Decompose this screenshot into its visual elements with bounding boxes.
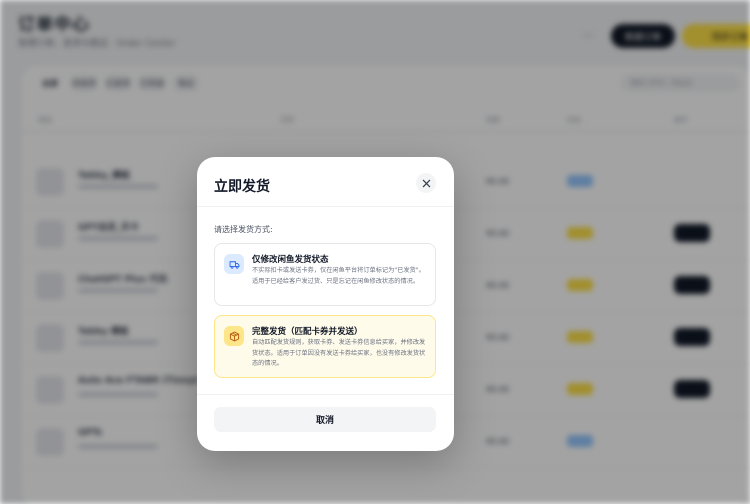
option-description: 不实际扣卡或发送卡券，仅在闲鱼平台将订单标记为"已发货"。适用于已经给客户发过货…: [252, 267, 425, 285]
close-icon: [422, 179, 430, 187]
shipping-method-prompt: 请选择发货方式:: [214, 225, 273, 234]
option-full-shipment[interactable]: 完整发货（匹配卡券并发送） 自动匹配发货规则，获取卡券、发送卡券信息给买家，并修…: [214, 315, 436, 378]
ship-now-dialog: 立即发货 请选择发货方式: 仅修改闲鱼发货状态 不实际扣卡或发送卡券，仅在闲鱼平…: [197, 157, 454, 451]
truck-icon: [224, 254, 244, 274]
cancel-button[interactable]: 取消: [214, 407, 436, 432]
dialog-footer: 取消: [197, 394, 454, 451]
option-description: 自动匹配发货规则，获取卡券、发送卡券信息给买家，并修改发货状态。适用于订单因没有…: [252, 339, 426, 367]
close-button[interactable]: [416, 173, 436, 193]
dialog-title: 立即发货: [214, 179, 270, 195]
package-icon: [224, 326, 244, 346]
option-update-status-only[interactable]: 仅修改闲鱼发货状态 不实际扣卡或发送卡券，仅在闲鱼平台将订单标记为"已发货"。适…: [214, 243, 436, 306]
dialog-header: 立即发货: [197, 157, 454, 207]
option-title: 仅修改闲鱼发货状态: [252, 255, 329, 265]
option-title: 完整发货（匹配卡券并发送）: [252, 327, 363, 337]
